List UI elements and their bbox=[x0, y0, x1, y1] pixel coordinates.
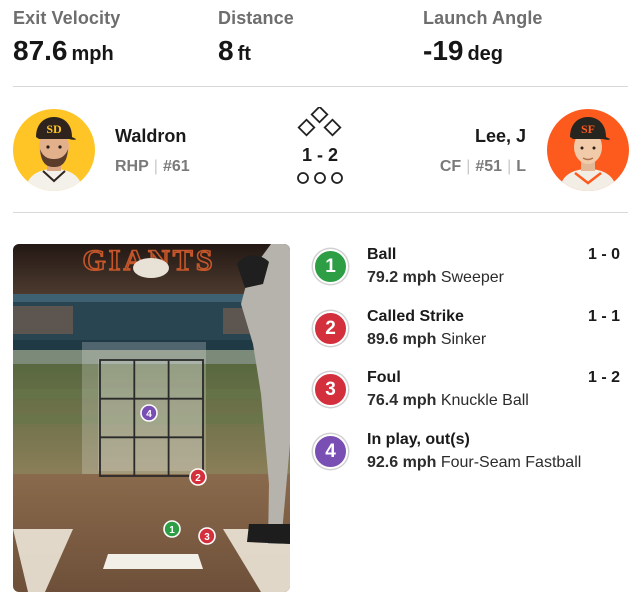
pitch-speed: 89.6 mph bbox=[367, 331, 437, 348]
batter-avatar[interactable]: SF bbox=[547, 109, 629, 191]
divider bbox=[13, 86, 628, 87]
launch-angle-stat: Launch Angle -19 deg bbox=[423, 8, 543, 67]
exit-velocity-value: 87.6 mph bbox=[13, 35, 120, 67]
divider bbox=[13, 212, 628, 213]
pitch-result: Called Strike bbox=[367, 308, 464, 325]
batter-meta: CF | #51 | L bbox=[440, 158, 526, 176]
svg-text:1: 1 bbox=[169, 525, 175, 536]
pitcher-number: #61 bbox=[162, 158, 190, 175]
out-icon bbox=[331, 172, 343, 184]
pitcher-avatar[interactable]: SD bbox=[13, 109, 95, 191]
pitch-number-badge: 1 bbox=[313, 249, 348, 284]
first-base-icon bbox=[323, 118, 342, 137]
distance-number: 8 bbox=[218, 35, 234, 66]
pitch-type: Four-Seam Fastball bbox=[440, 454, 582, 471]
exit-velocity-stat: Exit Velocity 87.6 mph bbox=[13, 8, 120, 67]
exit-velocity-label: Exit Velocity bbox=[13, 8, 121, 28]
pitch-list-item[interactable]: 3 Foul 1 - 2 76.4 mph Knuckle Ball bbox=[313, 369, 628, 425]
pitch-detail: 79.2 mph Sweeper bbox=[367, 269, 504, 287]
launch-angle-label: Launch Angle bbox=[423, 8, 543, 28]
pitch-detail: 76.4 mph Knuckle Ball bbox=[367, 392, 529, 410]
strike-zone-view: GIANTS 4 bbox=[13, 244, 290, 592]
svg-text:SF: SF bbox=[581, 122, 595, 136]
pitcher-name[interactable]: Waldron bbox=[115, 126, 186, 147]
distance-label: Distance bbox=[218, 8, 294, 28]
pitch-result: In play, out(s) bbox=[367, 431, 470, 448]
pitch-detail: 92.6 mph Four-Seam Fastball bbox=[367, 454, 581, 472]
pitch-result: Foul bbox=[367, 369, 401, 386]
out-icon bbox=[297, 172, 309, 184]
distance-value: 8 ft bbox=[218, 35, 294, 67]
pitch-number-badge: 4 bbox=[313, 434, 348, 469]
pitcher-hand: RHP bbox=[115, 158, 149, 175]
exit-velocity-unit: mph bbox=[71, 43, 114, 65]
batter-position: CF bbox=[439, 158, 462, 175]
pitch-speed: 92.6 mph bbox=[367, 454, 437, 471]
pitch-count: 1 - 1 bbox=[587, 308, 620, 325]
pitcher-meta: RHP | #61 bbox=[115, 158, 190, 176]
third-base-icon bbox=[297, 118, 316, 137]
svg-text:4: 4 bbox=[146, 409, 152, 420]
batter-number: #51 bbox=[475, 158, 503, 175]
pitch-speed: 76.4 mph bbox=[367, 392, 437, 409]
pitch-number-badge: 3 bbox=[313, 372, 348, 407]
batter-bats: L bbox=[516, 158, 526, 175]
distance-unit: ft bbox=[237, 43, 251, 65]
pitch-speed: 79.2 mph bbox=[367, 269, 437, 286]
second-base-icon bbox=[310, 107, 329, 124]
ball-strike-count: 1 - 2 bbox=[301, 145, 339, 165]
launch-angle-unit: deg bbox=[467, 43, 504, 65]
pitch-result: Ball bbox=[367, 246, 397, 263]
outs-indicator bbox=[297, 172, 343, 184]
pitch-marker-4: 4 bbox=[140, 404, 158, 422]
svg-text:SD: SD bbox=[46, 122, 62, 136]
pitch-type: Sweeper bbox=[440, 269, 504, 286]
pitch-list-item[interactable]: 4 In play, out(s) 92.6 mph Four-Seam Fas… bbox=[313, 431, 628, 487]
batter-name[interactable]: Lee, J bbox=[475, 126, 526, 147]
svg-text:3: 3 bbox=[204, 532, 210, 543]
separator: | bbox=[466, 158, 471, 175]
launch-angle-number: -19 bbox=[423, 35, 464, 66]
bases-indicator bbox=[297, 107, 342, 137]
pitch-count: 1 - 2 bbox=[587, 369, 620, 386]
pitch-detail: 89.6 mph Sinker bbox=[367, 331, 486, 349]
pitch-number-badge: 2 bbox=[313, 311, 348, 346]
exit-velocity-number: 87.6 bbox=[13, 35, 68, 66]
pitch-marker-1: 1 bbox=[163, 520, 181, 538]
separator: | bbox=[507, 158, 512, 175]
separator: | bbox=[153, 158, 158, 175]
pitch-type: Sinker bbox=[440, 331, 487, 348]
out-icon bbox=[314, 172, 326, 184]
distance-stat: Distance 8 ft bbox=[218, 8, 294, 67]
pitch-marker-2: 2 bbox=[189, 468, 207, 486]
svg-text:2: 2 bbox=[195, 473, 201, 484]
pitch-marker-3: 3 bbox=[198, 527, 216, 545]
pitch-type: Knuckle Ball bbox=[440, 392, 529, 409]
pitch-list-item[interactable]: 2 Called Strike 1 - 1 89.6 mph Sinker bbox=[313, 308, 628, 364]
launch-angle-value: -19 deg bbox=[423, 35, 543, 67]
pitch-list-item[interactable]: 1 Ball 1 - 0 79.2 mph Sweeper bbox=[313, 246, 628, 302]
pitch-count: 1 - 0 bbox=[587, 246, 620, 263]
